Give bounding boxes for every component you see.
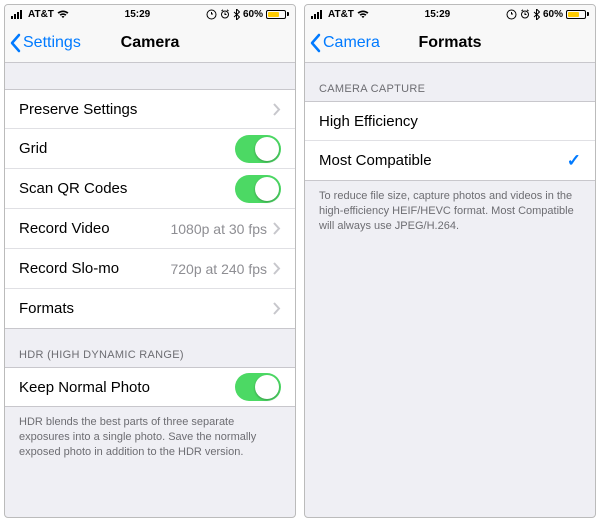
row-record-slomo[interactable]: Record Slo-mo 720p at 240 fps bbox=[5, 249, 295, 289]
bluetooth-icon bbox=[533, 9, 540, 20]
battery-icon bbox=[266, 10, 289, 19]
row-grid[interactable]: Grid bbox=[5, 129, 295, 169]
chevron-right-icon bbox=[273, 302, 281, 315]
row-record-video[interactable]: Record Video 1080p at 30 fps bbox=[5, 209, 295, 249]
row-label: Scan QR Codes bbox=[19, 180, 127, 197]
toggle-qr[interactable] bbox=[235, 175, 281, 203]
rotation-lock-icon bbox=[206, 9, 217, 20]
section-header-capture: CAMERA CAPTURE bbox=[305, 63, 595, 101]
row-scan-qr[interactable]: Scan QR Codes bbox=[5, 169, 295, 209]
bluetooth-icon bbox=[233, 9, 240, 20]
chevron-right-icon bbox=[273, 103, 281, 116]
chevron-right-icon bbox=[273, 262, 281, 275]
page-title: Formats bbox=[418, 34, 481, 52]
status-bar: AT&T 15:29 60% bbox=[305, 5, 595, 23]
row-label: Grid bbox=[19, 140, 47, 157]
carrier-label: AT&T bbox=[328, 9, 354, 20]
row-most-compatible[interactable]: Most Compatible ✓ bbox=[305, 141, 595, 181]
page-title: Camera bbox=[121, 34, 180, 52]
wifi-icon bbox=[357, 10, 369, 19]
row-detail: 1080p at 30 fps bbox=[170, 221, 273, 237]
alarm-icon bbox=[220, 9, 230, 19]
chevron-left-icon bbox=[309, 33, 323, 53]
nav-bar: Settings Camera bbox=[5, 23, 295, 63]
back-button[interactable]: Settings bbox=[9, 33, 81, 53]
row-keep-normal[interactable]: Keep Normal Photo bbox=[5, 367, 295, 407]
time-label: 15:29 bbox=[125, 9, 151, 20]
row-preserve-settings[interactable]: Preserve Settings bbox=[5, 89, 295, 129]
battery-pct: 60% bbox=[543, 9, 563, 20]
row-label: Preserve Settings bbox=[19, 101, 137, 118]
toggle-grid[interactable] bbox=[235, 135, 281, 163]
phone-left: AT&T 15:29 60% Settings Camera Preserve … bbox=[4, 4, 296, 518]
chevron-left-icon bbox=[9, 33, 23, 53]
row-high-efficiency[interactable]: High Efficiency bbox=[305, 101, 595, 141]
carrier-label: AT&T bbox=[28, 9, 54, 20]
battery-pct: 60% bbox=[243, 9, 263, 20]
alarm-icon bbox=[520, 9, 530, 19]
footer-note: HDR blends the best parts of three separ… bbox=[5, 407, 295, 460]
nav-bar: Camera Formats bbox=[305, 23, 595, 63]
row-detail: 720p at 240 fps bbox=[170, 261, 273, 277]
time-label: 15:29 bbox=[425, 9, 451, 20]
row-label: Record Video bbox=[19, 220, 110, 237]
wifi-icon bbox=[57, 10, 69, 19]
row-formats[interactable]: Formats bbox=[5, 289, 295, 329]
toggle-keep-normal[interactable] bbox=[235, 373, 281, 401]
footer-note: To reduce file size, capture photos and … bbox=[305, 181, 595, 234]
rotation-lock-icon bbox=[506, 9, 517, 20]
back-label: Settings bbox=[23, 34, 81, 52]
signal-icon bbox=[11, 10, 25, 19]
section-header-hdr: HDR (HIGH DYNAMIC RANGE) bbox=[5, 329, 295, 367]
status-bar: AT&T 15:29 60% bbox=[5, 5, 295, 23]
signal-icon bbox=[311, 10, 325, 19]
phone-right: AT&T 15:29 60% Camera Formats CAMERA CAP… bbox=[304, 4, 596, 518]
back-button[interactable]: Camera bbox=[309, 33, 380, 53]
scroll-content[interactable]: CAMERA CAPTURE High Efficiency Most Comp… bbox=[305, 63, 595, 517]
row-label: High Efficiency bbox=[319, 113, 418, 130]
battery-icon bbox=[566, 10, 589, 19]
back-label: Camera bbox=[323, 34, 380, 52]
scroll-content[interactable]: Preserve Settings Grid Scan QR Codes Rec… bbox=[5, 63, 295, 517]
check-icon: ✓ bbox=[567, 151, 581, 171]
row-label: Most Compatible bbox=[319, 152, 432, 169]
row-label: Record Slo-mo bbox=[19, 260, 119, 277]
row-label: Keep Normal Photo bbox=[19, 379, 150, 396]
row-label: Formats bbox=[19, 300, 74, 317]
chevron-right-icon bbox=[273, 222, 281, 235]
